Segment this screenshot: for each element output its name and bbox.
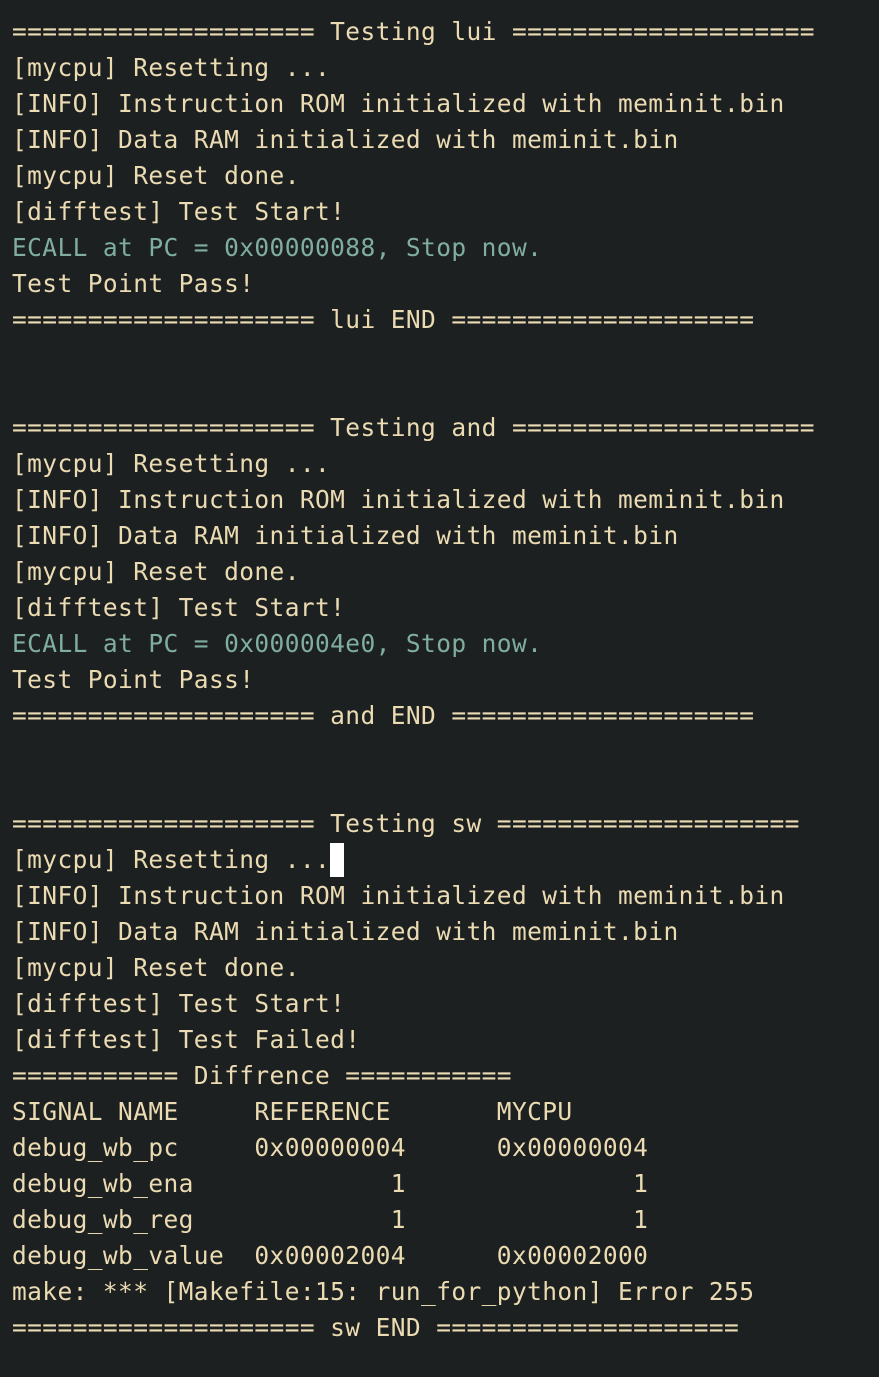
diff-table-row: debug_wb_reg 1 1 (12, 1205, 649, 1234)
section-footer: ==================== and END ===========… (12, 701, 755, 730)
log-line: [mycpu] Resetting ... (12, 53, 331, 82)
log-line: [difftest] Test Failed! (12, 1025, 361, 1054)
terminal-output[interactable]: ==================== Testing lui =======… (0, 0, 867, 1346)
log-line: [mycpu] Reset done. (12, 953, 300, 982)
diff-header: =========== Diffrence =========== (12, 1061, 512, 1090)
log-line: [INFO] Data RAM initialized with meminit… (12, 125, 679, 154)
log-line: [mycpu] Reset done. (12, 161, 300, 190)
log-line: [INFO] Data RAM initialized with meminit… (12, 917, 679, 946)
log-line: [mycpu] Resetting ... (12, 449, 331, 478)
section-header: ==================== Testing lui =======… (12, 17, 815, 46)
diff-table: SIGNAL NAME REFERENCE MYCPU debug_wb_pc 0… (12, 1094, 867, 1274)
section-header: ==================== Testing and =======… (12, 413, 815, 442)
section-footer: ==================== lui END ===========… (12, 305, 755, 334)
test-section-and: ==================== Testing and =======… (12, 410, 867, 734)
test-section-lui: ==================== Testing lui =======… (12, 14, 867, 338)
result-line: Test Point Pass! (12, 665, 255, 694)
log-line-with-cursor: [mycpu] Resetting ... (12, 842, 867, 878)
log-line: [INFO] Data RAM initialized with meminit… (12, 521, 679, 550)
section-footer: ==================== sw END ============… (12, 1313, 740, 1342)
log-line: [mycpu] Reset done. (12, 557, 300, 586)
terminal-cursor (330, 843, 345, 877)
log-line: [INFO] Instruction ROM initialized with … (12, 485, 785, 514)
ecall-line: ECALL at PC = 0x00000088, Stop now. (12, 233, 543, 262)
log-line: [INFO] Instruction ROM initialized with … (12, 881, 785, 910)
log-line: [mycpu] Resetting ... (12, 845, 331, 874)
result-line: Test Point Pass! (12, 269, 255, 298)
make-error-line: make: *** [Makefile:15: run_for_python] … (12, 1277, 755, 1306)
diff-table-row: debug_wb_pc 0x00000004 0x00000004 (12, 1133, 649, 1162)
log-line: [difftest] Test Start! (12, 197, 346, 226)
diff-table-header: SIGNAL NAME REFERENCE MYCPU (12, 1097, 573, 1126)
log-line: [INFO] Instruction ROM initialized with … (12, 89, 785, 118)
log-line: [difftest] Test Start! (12, 593, 346, 622)
diff-table-row: debug_wb_ena 1 1 (12, 1169, 649, 1198)
diff-table-row: debug_wb_value 0x00002004 0x00002000 (12, 1241, 649, 1270)
ecall-line: ECALL at PC = 0x000004e0, Stop now. (12, 629, 543, 658)
test-section-sw: ==================== Testing sw ========… (12, 806, 867, 1346)
section-header: ==================== Testing sw ========… (12, 809, 800, 838)
log-line: [difftest] Test Start! (12, 989, 346, 1018)
